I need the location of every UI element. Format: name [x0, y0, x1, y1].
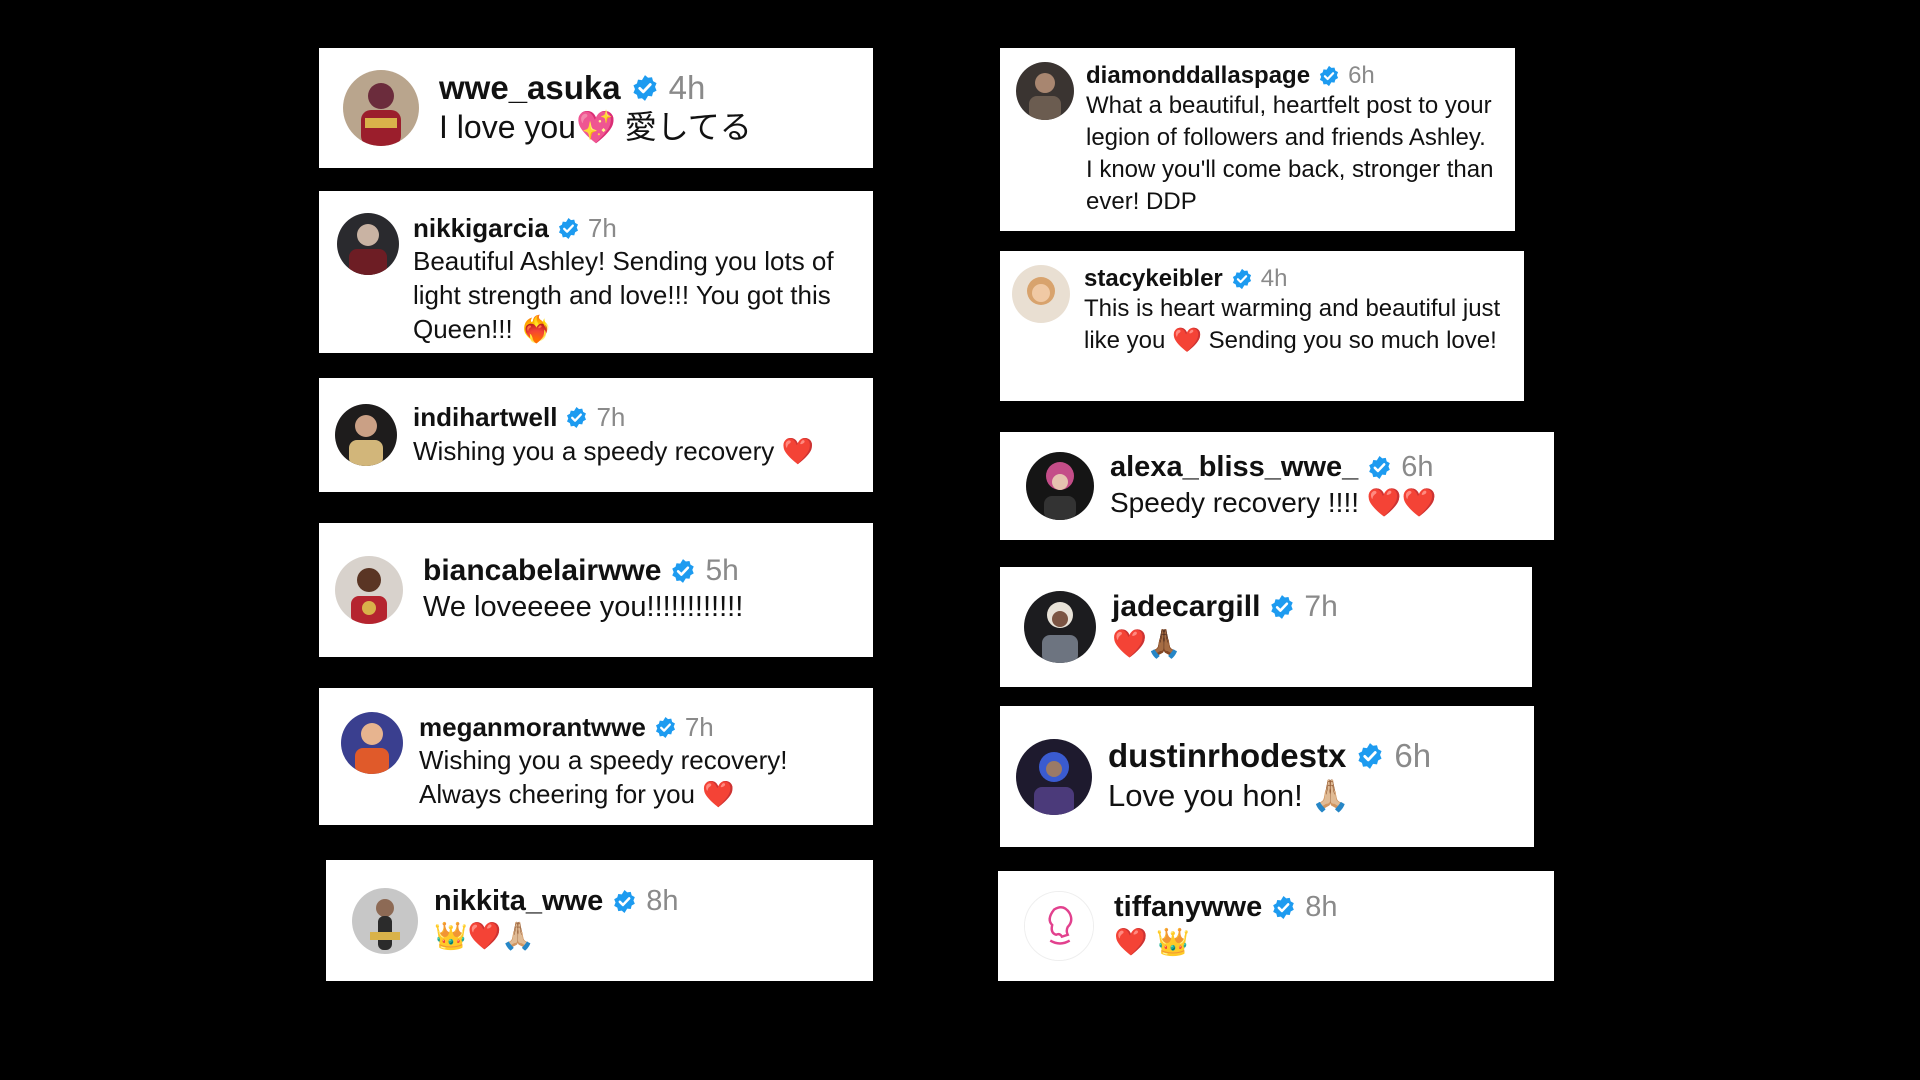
comment-text: ❤️ 👑: [1114, 926, 1190, 958]
comment-username[interactable]: diamonddallaspage: [1086, 62, 1310, 90]
avatar[interactable]: [335, 404, 397, 466]
comment-card: nikkigarcia 7h Beautiful Ashley! Sending…: [319, 191, 873, 353]
comment-timestamp: 8h: [1305, 890, 1338, 923]
comment-username[interactable]: meganmorantwwe: [419, 712, 646, 743]
comment-username[interactable]: dustinrhodestx: [1108, 737, 1346, 775]
profile-photo-icon: [1016, 62, 1074, 120]
comment-username[interactable]: tiffanywwe: [1114, 891, 1262, 924]
profile-photo-icon: [352, 887, 418, 954]
profile-photo-icon: [341, 712, 403, 774]
comment-card: tiffanywwe 8h ❤️ 👑: [998, 871, 1554, 981]
verified-badge-icon: [565, 406, 588, 429]
comment-username[interactable]: stacykeibler: [1084, 265, 1223, 293]
comment-username[interactable]: alexa_bliss_wwe_: [1110, 451, 1358, 484]
verified-badge-icon: [557, 217, 580, 240]
avatar[interactable]: [352, 887, 418, 954]
comment-card: diamonddallaspage 6h What a beautiful, h…: [1000, 48, 1515, 231]
comment-text: We loveeeee you!!!!!!!!!!!!: [423, 591, 744, 623]
comment-timestamp: 6h: [1394, 736, 1432, 774]
comment-timestamp: 7h: [596, 401, 626, 432]
comment-username[interactable]: nikkita_wwe: [434, 885, 603, 918]
comment-card: biancabelairwwe 5h We loveeeee you!!!!!!…: [319, 523, 873, 657]
comment-text: Wishing you a speedy recovery ❤️: [413, 435, 814, 466]
comment-text: 👑❤️🙏🏼: [434, 921, 535, 952]
comment-card: indihartwell 7h Wishing you a speedy rec…: [319, 378, 873, 492]
verified-badge-icon: [1269, 594, 1295, 620]
comment-card: stacykeibler 4h This is heart warming an…: [1000, 251, 1524, 401]
profile-photo-icon: [1016, 738, 1092, 815]
comment-text: Speedy recovery !!!! ❤️❤️: [1110, 486, 1437, 518]
profile-photo-icon: [1012, 265, 1070, 323]
comment-card: jadecargill 7h ❤️🙏🏾: [1000, 567, 1532, 687]
verified-badge-icon: [654, 716, 677, 739]
comment-text: Wishing you a speedy recovery! Always ch…: [419, 745, 788, 809]
profile-photo-icon: [1026, 452, 1094, 520]
comments-collage: wwe_asuka 4h I love you💖 愛してる nikkigarci…: [0, 0, 1920, 1080]
comment-text: This is heart warming and beautiful just…: [1084, 295, 1501, 354]
avatar[interactable]: [1024, 591, 1096, 663]
comment-timestamp: 7h: [587, 213, 617, 243]
comment-card: nikkita_wwe 8h 👑❤️🙏🏼: [326, 860, 873, 981]
comment-timestamp: 5h: [705, 554, 739, 587]
comment-timestamp: 8h: [646, 885, 679, 917]
comment-text: What a beautiful, heartfelt post to your…: [1086, 92, 1494, 215]
comment-card: wwe_asuka 4h I love you💖 愛してる: [319, 48, 873, 168]
comment-text: Beautiful Ashley! Sending you lots of li…: [413, 246, 834, 344]
verified-badge-icon: [1367, 455, 1392, 480]
comment-card: meganmorantwwe 7h Wishing you a speedy r…: [319, 688, 873, 825]
comment-text: I love you💖 愛してる: [439, 109, 752, 145]
verified-badge-icon: [1356, 742, 1384, 770]
profile-photo-icon: [337, 213, 399, 275]
avatar[interactable]: [1024, 891, 1094, 961]
comment-timestamp: 4h: [1260, 265, 1288, 292]
profile-photo-icon: [335, 404, 397, 466]
profile-photo-icon: [335, 556, 403, 624]
comment-timestamp: 6h: [1401, 450, 1434, 483]
comment-username[interactable]: indihartwell: [413, 402, 557, 433]
avatar[interactable]: [1016, 62, 1074, 120]
verified-badge-icon: [670, 558, 696, 584]
comment-username[interactable]: jadecargill: [1112, 590, 1260, 624]
comment-timestamp: 7h: [1304, 590, 1338, 623]
verified-badge-icon: [1318, 65, 1340, 87]
comment-card: alexa_bliss_wwe_ 6h Speedy recovery !!!!…: [1000, 432, 1554, 540]
verified-badge-icon: [1231, 268, 1253, 290]
avatar[interactable]: [337, 213, 399, 275]
profile-photo-icon: [1024, 591, 1096, 663]
avatar[interactable]: [341, 712, 403, 774]
comment-username[interactable]: biancabelairwwe: [423, 554, 661, 588]
comment-text: ❤️🙏🏾: [1112, 627, 1182, 660]
avatar[interactable]: [335, 556, 403, 624]
avatar[interactable]: [1016, 738, 1092, 815]
avatar[interactable]: [343, 70, 419, 146]
barbie-silhouette-icon: [1025, 892, 1093, 960]
verified-badge-icon: [1271, 895, 1296, 920]
profile-photo-icon: [343, 70, 419, 146]
comment-username[interactable]: wwe_asuka: [439, 69, 621, 107]
comment-timestamp: 7h: [684, 712, 714, 742]
avatar[interactable]: [1012, 265, 1070, 323]
avatar[interactable]: [1026, 452, 1094, 520]
verified-badge-icon: [612, 889, 637, 914]
verified-badge-icon: [631, 74, 659, 102]
comment-text: Love you hon! 🙏🏼: [1108, 777, 1350, 813]
comment-card: dustinrhodestx 6h Love you hon! 🙏🏼: [1000, 706, 1534, 847]
comment-timestamp: 6h: [1348, 62, 1375, 89]
comment-username[interactable]: nikkigarcia: [413, 213, 549, 244]
comment-timestamp: 4h: [668, 69, 706, 106]
